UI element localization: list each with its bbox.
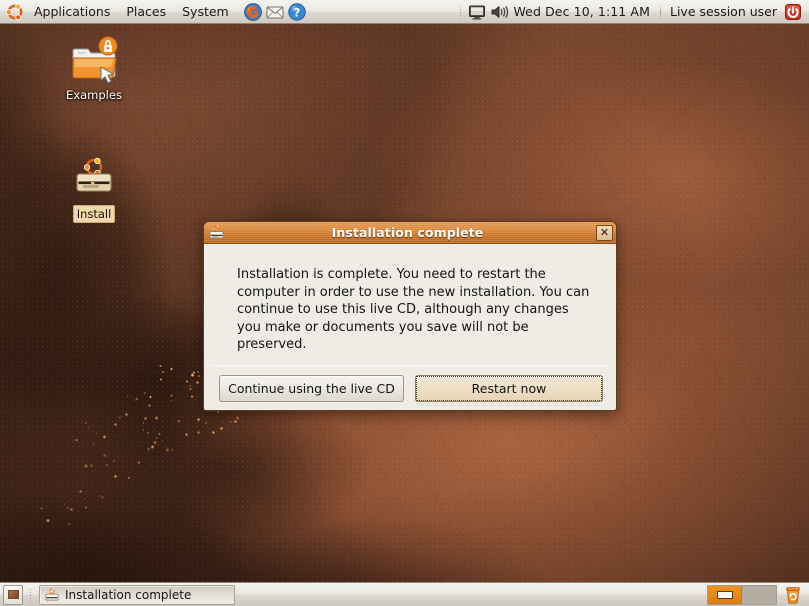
ubuntu-install-cd-icon	[70, 154, 118, 202]
show-desktop-icon[interactable]	[3, 584, 23, 605]
button-label: Restart now	[416, 375, 602, 401]
close-window-button[interactable]: ✕	[596, 224, 613, 241]
desktop-screen: Examples Install Applications Places Sys…	[0, 0, 809, 606]
dialog-titlebar[interactable]: Installation complete ✕	[204, 222, 616, 244]
user-switcher-label[interactable]: Live session user	[668, 4, 782, 19]
taskbar-window-installation-complete[interactable]: Installation complete	[39, 584, 235, 605]
dialog-message: Installation is complete. You need to re…	[237, 267, 590, 352]
show-desktop-glyph	[7, 590, 19, 599]
svg-text:?: ?	[293, 5, 300, 19]
desktop-icon-examples[interactable]: Examples	[57, 36, 131, 103]
restart-now-button[interactable]: Restart now	[415, 374, 603, 402]
top-panel: Applications Places System ? Wed Dec 10,…	[0, 0, 809, 24]
folder-locked-link-icon	[70, 36, 118, 84]
panel-grip-icon[interactable]	[29, 587, 33, 602]
workspace-window-thumb	[716, 590, 733, 599]
power-button-icon[interactable]	[783, 2, 803, 22]
mail-icon[interactable]	[265, 2, 285, 22]
desktop-icon-label: Examples	[66, 88, 122, 102]
bottom-panel: Installation complete	[0, 582, 809, 606]
menu-applications[interactable]: Applications	[27, 2, 117, 22]
dialog-action-bar: Continue using the live CD Restart now	[204, 366, 616, 410]
monitor-icon[interactable]	[467, 2, 487, 22]
desktop-icon-label: Install	[72, 205, 116, 223]
ubuntu-install-cd-icon	[208, 224, 225, 241]
volume-speaker-icon[interactable]	[489, 2, 509, 22]
help-icon[interactable]: ?	[287, 2, 307, 22]
notification-tray: Wed Dec 10, 1:11 AM Live session user	[459, 0, 809, 23]
panel-grip-icon[interactable]	[459, 4, 464, 19]
taskbar-window-title: Installation complete	[65, 587, 192, 602]
button-label: Continue using the live CD	[228, 380, 395, 396]
workspace-switcher[interactable]	[707, 584, 777, 605]
continue-live-cd-button[interactable]: Continue using the live CD	[219, 374, 404, 402]
installation-complete-dialog[interactable]: Installation complete ✕ Installation is …	[203, 221, 617, 411]
ubuntu-install-cd-icon	[44, 587, 60, 603]
panel-separator	[659, 3, 661, 20]
trash-icon[interactable]	[782, 584, 804, 606]
desktop-icon-install[interactable]: Install	[57, 154, 131, 223]
menu-places[interactable]: Places	[119, 2, 173, 22]
dialog-title: Installation complete	[331, 225, 484, 240]
ubuntu-logo-icon[interactable]	[5, 2, 25, 22]
workspace-1[interactable]	[708, 585, 742, 604]
menu-system[interactable]: System	[175, 2, 236, 22]
firefox-icon[interactable]	[243, 2, 263, 22]
clock-applet[interactable]: Wed Dec 10, 1:11 AM	[510, 4, 653, 19]
workspace-2[interactable]	[742, 585, 776, 604]
